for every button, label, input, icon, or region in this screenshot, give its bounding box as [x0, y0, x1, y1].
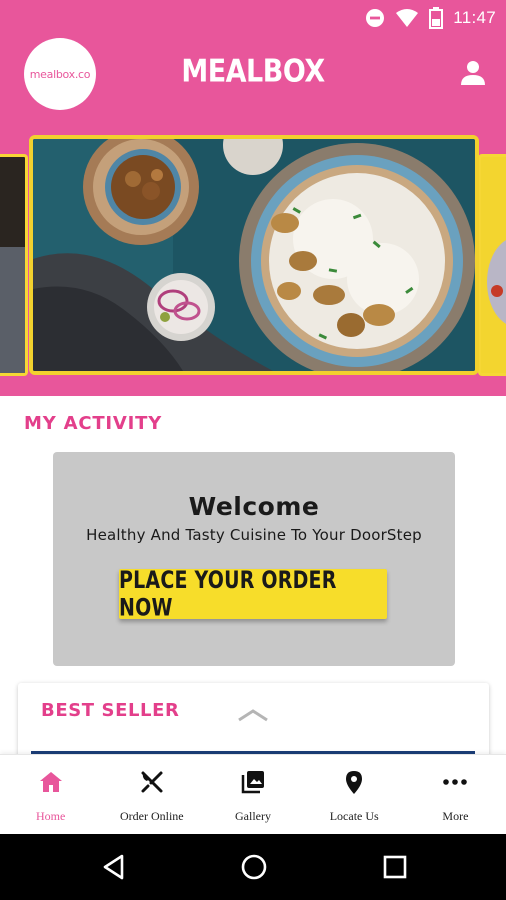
- location-pin-icon: [341, 769, 367, 795]
- person-icon[interactable]: [458, 58, 488, 88]
- nav-label-gallery: Gallery: [235, 809, 271, 823]
- welcome-card: Welcome Healthy And Tasty Cuisine To You…: [53, 452, 455, 666]
- dnd-icon: [365, 8, 385, 28]
- prev-card-image: [0, 247, 25, 373]
- place-order-button[interactable]: PLACE YOUR ORDER NOW: [119, 566, 387, 622]
- home-icon: [38, 769, 64, 795]
- nav-label-more: More: [442, 809, 469, 823]
- back-icon[interactable]: [100, 853, 128, 881]
- nav-item-home[interactable]: Home: [0, 755, 101, 834]
- status-time: 11:47: [453, 8, 496, 27]
- app-title: MEALBOX: [181, 53, 325, 90]
- welcome-subtitle: Healthy And Tasty Cuisine To Your DoorSt…: [86, 526, 422, 544]
- next-card-tomato: [491, 285, 503, 297]
- nav-item-locate-us[interactable]: Locate Us: [304, 755, 405, 834]
- recents-icon[interactable]: [381, 853, 409, 881]
- home-circle-icon[interactable]: [240, 853, 268, 881]
- hero-banner-image[interactable]: [29, 135, 479, 375]
- more-dots-icon: [442, 769, 468, 795]
- hero-carousel[interactable]: [0, 118, 506, 396]
- nav-item-order-online[interactable]: Order Online: [101, 755, 202, 834]
- next-card-plate: [487, 237, 506, 327]
- best-seller-heading: BEST SELLER: [41, 700, 180, 721]
- my-activity-heading: MY ACTIVITY: [24, 413, 163, 434]
- hero-food-illustration: [33, 139, 475, 371]
- chevron-up-icon[interactable]: [237, 707, 269, 722]
- place-order-label: PLACE YOUR ORDER NOW: [119, 566, 337, 622]
- system-navigation-bar: [0, 834, 506, 900]
- bottom-navigation: Home Order Online Gallery Locate Us More: [0, 754, 506, 834]
- battery-icon: [429, 7, 444, 29]
- app-bar: mealbox.co MEALBOX: [0, 36, 506, 118]
- nav-item-more[interactable]: More: [405, 755, 506, 834]
- nav-label-locate-us: Locate Us: [329, 809, 379, 823]
- utensils-icon: [139, 769, 165, 795]
- status-icons: 11:47: [365, 6, 496, 30]
- nav-item-gallery[interactable]: Gallery: [202, 755, 303, 834]
- nav-label-home: Home: [35, 809, 66, 823]
- nav-label-order-online: Order Online: [119, 809, 184, 823]
- status-bar: 11:47: [0, 0, 506, 36]
- wifi-icon: [395, 8, 419, 28]
- gallery-icon: [240, 769, 266, 795]
- carousel-next-card[interactable]: [478, 154, 506, 376]
- welcome-title: Welcome: [188, 492, 320, 521]
- carousel-prev-card[interactable]: [0, 154, 28, 376]
